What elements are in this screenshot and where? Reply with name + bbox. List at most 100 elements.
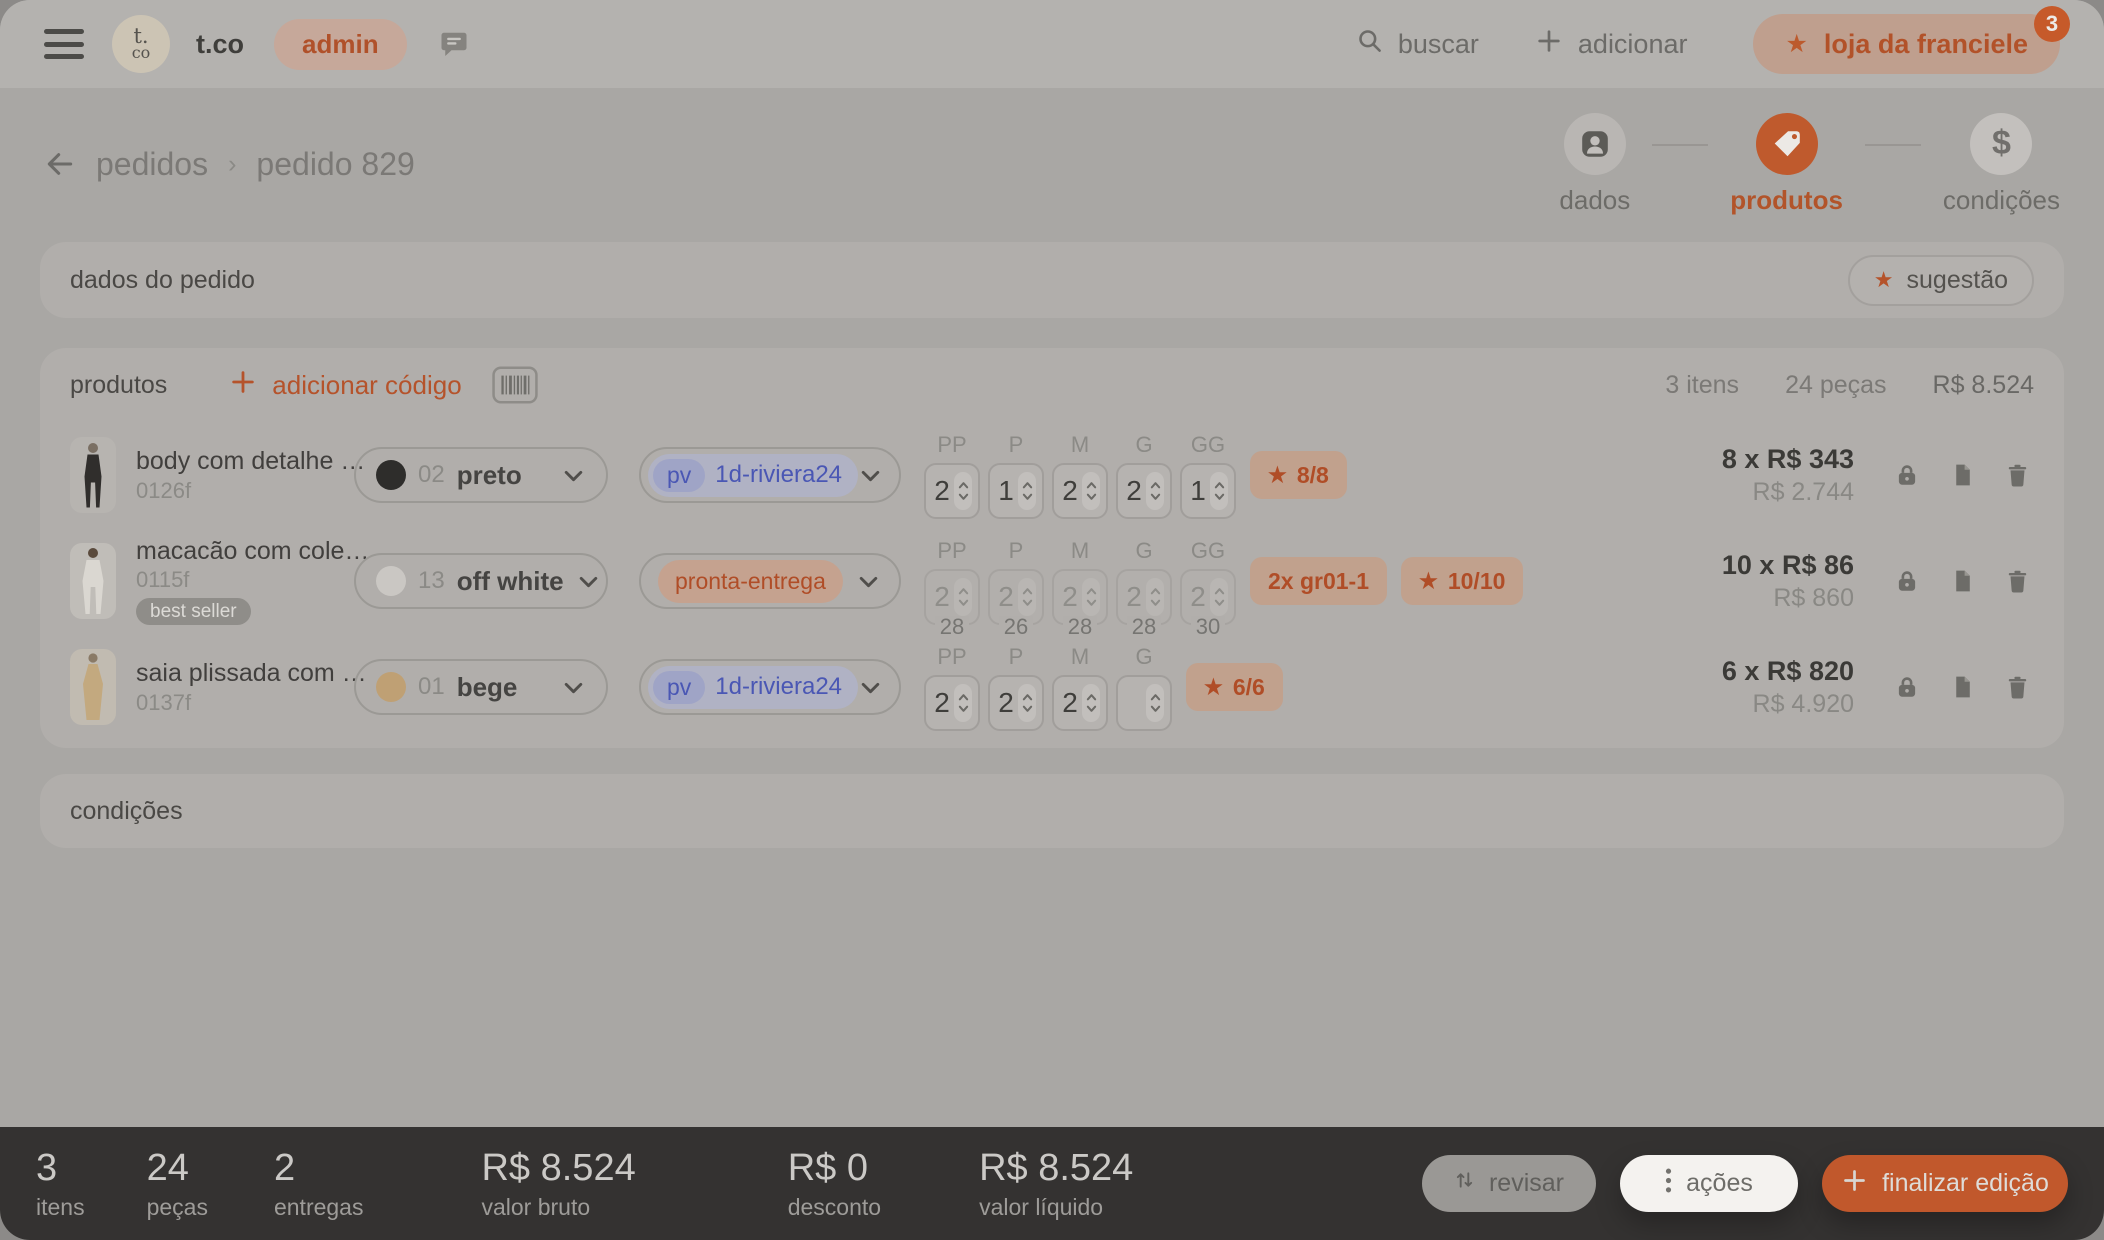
products-panel: produtos adicionar código 3 itens 24 peç… bbox=[40, 348, 2064, 748]
delete-button[interactable] bbox=[2005, 568, 2030, 594]
stat-entregas: 2 entregas bbox=[274, 1149, 364, 1219]
size-qty-stepper[interactable]: 2 bbox=[1116, 463, 1172, 519]
tab-dados[interactable]: dados bbox=[1559, 113, 1630, 216]
size-qty-stepper[interactable]: 2 bbox=[924, 463, 980, 519]
stat-value: 3 bbox=[36, 1149, 85, 1187]
color-name: preto bbox=[457, 460, 522, 491]
color-swatch bbox=[376, 672, 406, 702]
stepper-arrows-icon[interactable] bbox=[1146, 684, 1164, 722]
delivery-chip: pv bbox=[653, 671, 705, 704]
stepper-arrows-icon[interactable] bbox=[1210, 472, 1228, 510]
size-qty-stepper[interactable]: 1 bbox=[1180, 463, 1236, 519]
store-button[interactable]: ★ loja da franciele 3 bbox=[1753, 14, 2060, 74]
duplicate-button[interactable] bbox=[1950, 568, 1975, 594]
stepper-arrows-icon[interactable] bbox=[1082, 684, 1100, 722]
size-label: PP bbox=[937, 538, 966, 564]
finalize-button[interactable]: finalizar edição bbox=[1822, 1155, 2068, 1212]
star-icon: ★ bbox=[1785, 29, 1807, 59]
lock-button[interactable] bbox=[1894, 674, 1920, 700]
stepper-arrows-icon[interactable] bbox=[1018, 472, 1036, 510]
size-qty-value: 2 bbox=[996, 687, 1016, 719]
size-qty-stepper[interactable]: 2 bbox=[924, 675, 980, 731]
size-cell: M 2 bbox=[1052, 644, 1108, 731]
color-select[interactable]: 13 off white bbox=[354, 553, 608, 609]
size-qty-stepper[interactable]: 2 bbox=[988, 675, 1044, 731]
completion-text: 10/10 bbox=[1448, 568, 1506, 595]
duplicate-button[interactable] bbox=[1950, 674, 1975, 700]
size-cell: M 2 28 bbox=[1052, 538, 1108, 625]
product-info: body com detalhe … 0126f bbox=[136, 447, 354, 503]
size-stock: 30 bbox=[1191, 616, 1225, 638]
stepper-arrows-icon[interactable] bbox=[1018, 684, 1036, 722]
tab-produtos[interactable]: produtos bbox=[1730, 113, 1843, 216]
star-icon: ★ bbox=[1419, 569, 1438, 594]
stat-label: itens bbox=[36, 1196, 85, 1219]
stepper-arrows-icon[interactable] bbox=[1082, 472, 1100, 510]
size-grid: PP 2 P 1 M 2 bbox=[924, 432, 1236, 519]
size-qty-stepper[interactable] bbox=[1116, 675, 1172, 731]
stepper-arrows-icon[interactable] bbox=[1146, 578, 1164, 616]
duplicate-button[interactable] bbox=[1950, 462, 1975, 488]
add-code-button[interactable]: adicionar código bbox=[229, 368, 461, 403]
brand-name: t.co bbox=[196, 29, 244, 60]
size-qty-stepper[interactable]: 1 bbox=[988, 463, 1044, 519]
delete-button[interactable] bbox=[2005, 674, 2030, 700]
color-code: 13 bbox=[418, 567, 445, 595]
delivery-select[interactable]: pv 1d-riviera24 bbox=[639, 659, 901, 715]
product-thumbnail bbox=[70, 649, 116, 725]
dollar-icon: $ bbox=[1970, 113, 2032, 175]
stepper-arrows-icon[interactable] bbox=[1082, 578, 1100, 616]
lock-button[interactable] bbox=[1894, 568, 1920, 594]
add-button[interactable]: adicionar bbox=[1535, 27, 1688, 62]
size-label: P bbox=[1009, 538, 1024, 564]
actions-button[interactable]: ações bbox=[1620, 1155, 1798, 1212]
completion-badge: ★ 10/10 bbox=[1401, 557, 1523, 605]
size-label: P bbox=[1009, 432, 1024, 458]
size-label: GG bbox=[1191, 432, 1225, 458]
size-qty-value: 2 bbox=[932, 475, 952, 507]
stepper-arrows-icon[interactable] bbox=[1210, 578, 1228, 616]
stepper-arrows-icon[interactable] bbox=[1018, 578, 1036, 616]
delivery-select[interactable]: pv 1d-riviera24 bbox=[639, 447, 901, 503]
stepper-arrows-icon[interactable] bbox=[1146, 472, 1164, 510]
size-qty-value: 2 bbox=[932, 687, 952, 719]
panel-title: produtos bbox=[70, 371, 167, 400]
panel-title: dados do pedido bbox=[70, 266, 255, 295]
size-label: M bbox=[1071, 432, 1089, 458]
delivery-select[interactable]: pronta-entrega bbox=[639, 553, 901, 609]
summary-footer: 3 itens 24 peças 2 entregas R$ 8.524 val… bbox=[0, 1127, 2104, 1240]
size-qty-value: 2 bbox=[1060, 581, 1080, 613]
review-label: revisar bbox=[1489, 1169, 1564, 1198]
stepper-arrows-icon[interactable] bbox=[954, 472, 972, 510]
barcode-scanner-icon[interactable] bbox=[492, 366, 538, 404]
page-title: pedido 829 bbox=[256, 146, 414, 183]
color-select[interactable]: 02 preto bbox=[354, 447, 608, 503]
avatar[interactable]: t. co bbox=[112, 15, 170, 73]
size-qty-stepper[interactable]: 2 bbox=[1052, 463, 1108, 519]
delete-button[interactable] bbox=[2005, 462, 2030, 488]
size-label: G bbox=[1135, 538, 1152, 564]
color-select[interactable]: 01 bege bbox=[354, 659, 608, 715]
size-cell: G bbox=[1116, 644, 1172, 731]
chat-icon[interactable] bbox=[439, 29, 469, 59]
breadcrumb-parent[interactable]: pedidos bbox=[96, 146, 208, 183]
step-label: dados bbox=[1559, 185, 1630, 216]
size-qty-value: 1 bbox=[1188, 475, 1208, 507]
size-qty-stepper[interactable]: 2 bbox=[1052, 675, 1108, 731]
review-button[interactable]: revisar bbox=[1422, 1155, 1596, 1212]
suggestion-button[interactable]: ★ sugestão bbox=[1848, 255, 2034, 306]
completion-text: 8/8 bbox=[1297, 462, 1329, 489]
row-actions bbox=[1894, 674, 2030, 700]
stepper-arrows-icon[interactable] bbox=[954, 684, 972, 722]
price-main: 8 x R$ 343 bbox=[1722, 443, 1854, 475]
chevron-down-icon bbox=[576, 569, 601, 594]
tab-condicoes[interactable]: $ condições bbox=[1943, 113, 2060, 216]
size-label: PP bbox=[937, 432, 966, 458]
stepper-arrows-icon[interactable] bbox=[954, 578, 972, 616]
search-button[interactable]: buscar bbox=[1356, 27, 1479, 61]
chevron-down-icon bbox=[561, 463, 586, 488]
color-name: bege bbox=[457, 672, 518, 703]
lock-button[interactable] bbox=[1894, 462, 1920, 488]
menu-icon[interactable] bbox=[44, 29, 84, 59]
back-arrow-icon[interactable] bbox=[44, 148, 76, 180]
